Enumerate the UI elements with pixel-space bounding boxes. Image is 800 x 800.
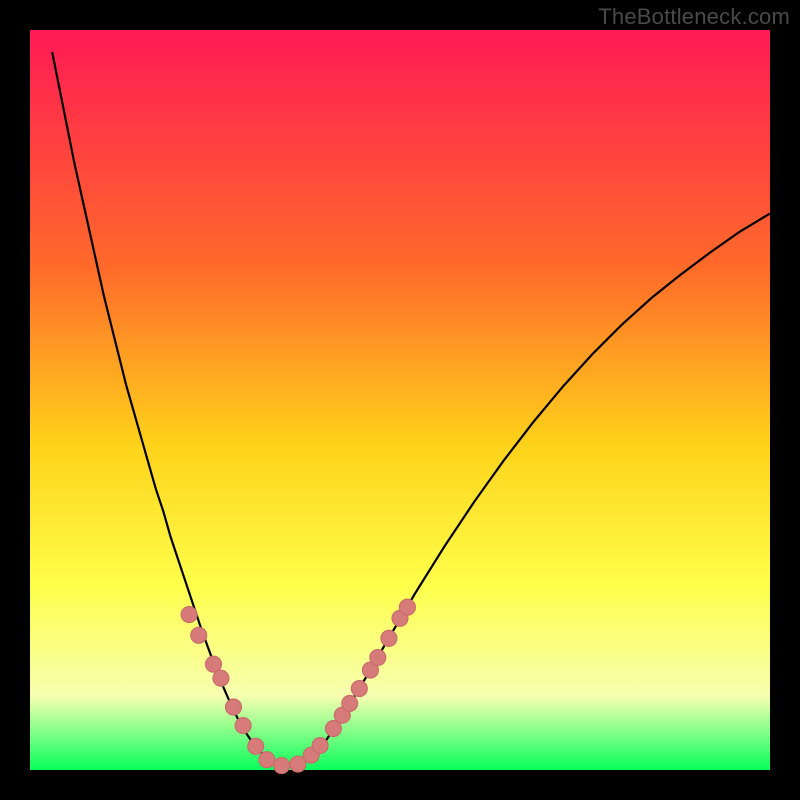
chart-svg xyxy=(30,30,770,770)
bottleneck-curve xyxy=(52,52,770,765)
curve-marker xyxy=(274,758,290,774)
curve-marker xyxy=(351,681,367,697)
chart-frame: TheBottleneck.com xyxy=(0,0,800,800)
marker-group xyxy=(181,599,415,773)
curve-marker xyxy=(370,650,386,666)
curve-marker xyxy=(181,607,197,623)
curve-marker xyxy=(259,752,275,768)
curve-marker xyxy=(399,599,415,615)
curve-marker xyxy=(213,670,229,686)
curve-marker xyxy=(248,738,264,754)
watermark-text: TheBottleneck.com xyxy=(598,4,790,30)
curve-marker xyxy=(342,695,358,711)
curve-marker xyxy=(381,630,397,646)
curve-group xyxy=(52,52,770,765)
curve-marker xyxy=(312,738,328,754)
curve-marker xyxy=(235,718,251,734)
curve-marker xyxy=(191,627,207,643)
curve-marker xyxy=(206,656,222,672)
curve-marker xyxy=(226,699,242,715)
